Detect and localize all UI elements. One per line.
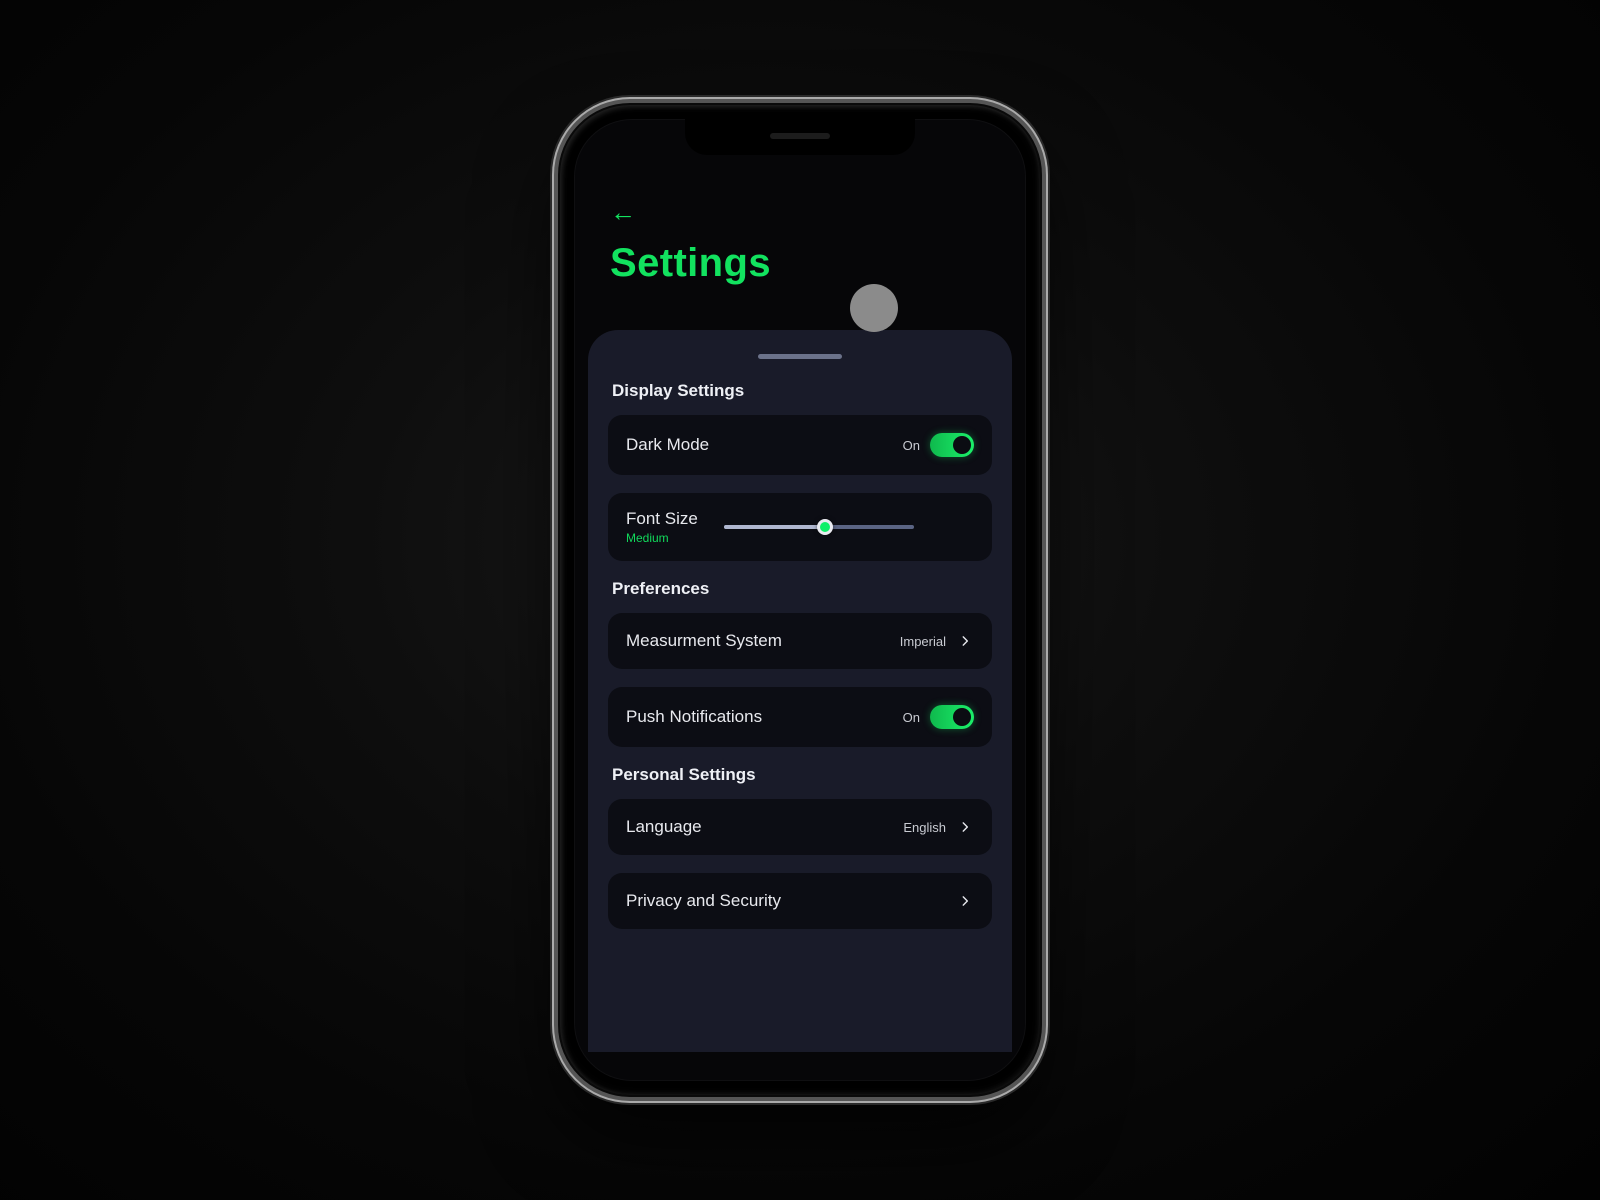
drag-handle[interactable]	[758, 354, 842, 359]
section-title-personal: Personal Settings	[612, 765, 988, 785]
value-font-size: Medium	[626, 531, 698, 545]
slider-fill	[724, 525, 825, 529]
row-privacy[interactable]: Privacy and Security	[608, 873, 992, 929]
language-right: English	[903, 818, 974, 836]
dark-mode-toggle[interactable]	[930, 433, 974, 457]
row-push-notifications[interactable]: Push Notifications On	[608, 687, 992, 747]
notch	[685, 119, 915, 155]
chevron-right-icon	[956, 818, 974, 836]
push-state: On	[903, 710, 920, 725]
slider-thumb[interactable]	[817, 519, 833, 535]
row-dark-mode[interactable]: Dark Mode On	[608, 415, 992, 475]
label-measurement: Measurment System	[626, 631, 782, 651]
value-language: English	[903, 820, 946, 835]
screen: ← Settings Display Settings Dark Mode On…	[574, 119, 1026, 1081]
section-title-display: Display Settings	[612, 381, 988, 401]
settings-panel: Display Settings Dark Mode On Font Size …	[588, 330, 1012, 1052]
font-size-left: Font Size Medium	[626, 509, 698, 545]
page-title: Settings	[610, 241, 990, 286]
dark-mode-right: On	[903, 433, 974, 457]
dark-mode-state: On	[903, 438, 920, 453]
phone-frame: ← Settings Display Settings Dark Mode On…	[560, 105, 1040, 1095]
push-toggle[interactable]	[930, 705, 974, 729]
row-measurement[interactable]: Measurment System Imperial	[608, 613, 992, 669]
chevron-right-icon	[956, 632, 974, 650]
measurement-right: Imperial	[900, 632, 974, 650]
chevron-right-icon	[956, 892, 974, 910]
back-arrow-icon[interactable]: ←	[610, 199, 638, 225]
toggle-knob	[953, 708, 971, 726]
label-push: Push Notifications	[626, 707, 762, 727]
push-right: On	[903, 705, 974, 729]
toggle-knob	[953, 436, 971, 454]
header-grey-circle	[850, 284, 898, 332]
row-font-size[interactable]: Font Size Medium	[608, 493, 992, 561]
privacy-right	[956, 892, 974, 910]
label-font-size: Font Size	[626, 509, 698, 529]
label-privacy: Privacy and Security	[626, 891, 781, 911]
font-size-slider-wrap	[724, 525, 974, 529]
section-title-preferences: Preferences	[612, 579, 988, 599]
row-language[interactable]: Language English	[608, 799, 992, 855]
font-size-slider[interactable]	[724, 525, 914, 529]
label-dark-mode: Dark Mode	[626, 435, 709, 455]
label-language: Language	[626, 817, 702, 837]
value-measurement: Imperial	[900, 634, 946, 649]
